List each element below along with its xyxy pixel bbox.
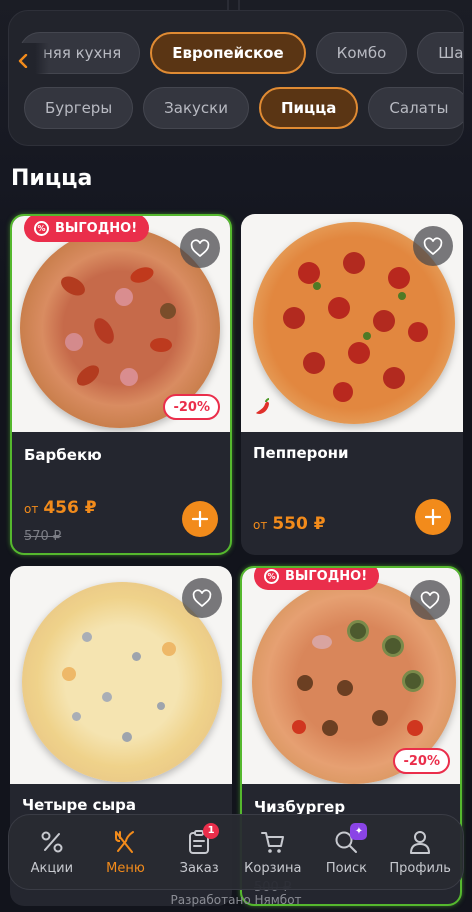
heart-icon	[192, 588, 212, 607]
tab-label: Профиль	[389, 860, 451, 876]
add-to-cart-button[interactable]	[415, 499, 451, 535]
order-count-badge: 1	[203, 822, 220, 839]
chip-european[interactable]: Европейское	[150, 32, 306, 74]
tab-label: Поиск	[325, 860, 368, 876]
profile-icon	[410, 830, 431, 854]
product-name: Барбекю	[24, 446, 102, 464]
price-value: 456 ₽	[43, 498, 97, 518]
bottom-tab-bar: Акции Меню 1 Заказ Корзина ✦ Поиск Профи…	[8, 814, 464, 890]
promo-badge: % ВЫГОДНО!	[24, 216, 150, 242]
favorite-button[interactable]	[182, 578, 222, 618]
plus-icon	[192, 511, 208, 527]
chip-combo[interactable]: Комбо	[315, 32, 408, 74]
tab-order[interactable]: 1 Заказ	[167, 822, 231, 876]
product-card-bbq[interactable]: -20% % ВЫГОДНО! Барбекю от 456 ₽ 570 ₽	[10, 214, 232, 555]
price-value: 550 ₽	[272, 514, 326, 534]
fork-knife-icon	[115, 830, 135, 853]
percent-icon	[41, 831, 63, 852]
cuisine-row: няя кухня Европейское Комбо Шавер	[19, 32, 463, 74]
promo-badge-label: ВЫГОДНО!	[285, 568, 368, 584]
developer-credit: Разработано Нямбот	[170, 893, 302, 907]
favorite-button[interactable]	[413, 226, 453, 266]
tab-label: Корзина	[244, 860, 302, 876]
product-name: Пепперони	[253, 444, 349, 462]
heart-icon	[423, 236, 443, 255]
top-divider	[227, 0, 229, 10]
tab-search[interactable]: ✦ Поиск	[314, 822, 378, 876]
product-price: от 456 ₽	[24, 498, 97, 518]
tab-promotions[interactable]: Акции	[20, 829, 84, 876]
old-price: 570 ₽	[24, 529, 62, 544]
scroll-back-button[interactable]	[9, 43, 49, 79]
tab-label: Меню	[106, 860, 145, 876]
add-to-cart-button[interactable]	[182, 501, 218, 537]
tab-cart[interactable]: Корзина	[241, 829, 305, 876]
product-card-pepperoni[interactable]: Пепперони от 550 ₽	[241, 214, 463, 555]
product-price: от 550 ₽	[253, 514, 326, 534]
cart-icon	[260, 831, 284, 853]
tab-label: Заказ	[179, 860, 219, 876]
chip-snacks[interactable]: Закуски	[143, 87, 249, 129]
percent-icon: %	[34, 220, 49, 236]
plus-icon	[425, 509, 441, 525]
chip-burgers[interactable]: Бургеры	[24, 87, 134, 129]
section-title: Пицца	[11, 166, 93, 191]
heart-icon	[190, 238, 210, 257]
discount-badge: -20%	[163, 394, 220, 420]
spicy-icon	[256, 398, 270, 414]
percent-icon: %	[264, 568, 279, 584]
chevron-left-icon	[18, 54, 28, 68]
discount-badge: -20%	[393, 748, 450, 774]
product-name: Четыре сыра	[22, 796, 137, 814]
promo-badge-label: ВЫГОДНО!	[55, 220, 138, 236]
chip-salads[interactable]: Салаты	[368, 87, 463, 129]
ai-sparkle-icon: ✦	[350, 822, 368, 840]
tab-label: Акции	[30, 860, 74, 876]
favorite-button[interactable]	[410, 580, 450, 620]
chip-pizza[interactable]: Пицца	[258, 87, 359, 129]
price-prefix: от	[253, 518, 268, 532]
dish-type-row: Бургеры Закуски Пицца Салаты	[24, 87, 463, 129]
tab-profile[interactable]: Профиль	[388, 829, 452, 876]
promo-badge: % ВЫГОДНО!	[254, 568, 380, 590]
favorite-button[interactable]	[180, 228, 220, 268]
tab-menu[interactable]: Меню	[93, 829, 157, 876]
top-divider	[238, 0, 240, 10]
price-prefix: от	[24, 502, 39, 516]
chip-shawarma[interactable]: Шавер	[417, 32, 463, 74]
heart-icon	[420, 590, 440, 609]
category-filter-panel: няя кухня Европейское Комбо Шавер Бургер…	[8, 10, 464, 146]
